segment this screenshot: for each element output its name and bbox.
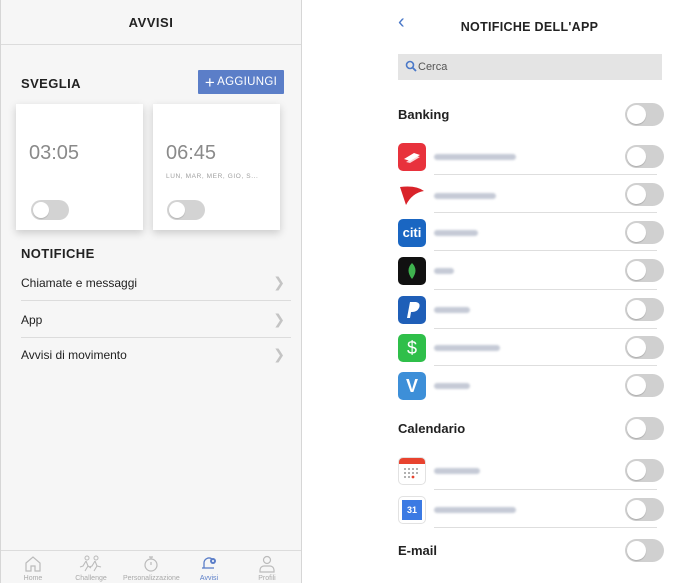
calendar-icon <box>398 457 426 485</box>
tab-alerts[interactable]: Avvisi <box>181 554 237 582</box>
app-toggle[interactable] <box>625 259 664 282</box>
alarm-card-1[interactable]: 03:05 <box>16 104 143 230</box>
citi-icon: citi <box>398 219 426 247</box>
page-title: NOTIFICHE DELL'APP <box>460 20 599 34</box>
page-title: AVVISI <box>1 0 301 44</box>
app-toggle[interactable] <box>625 459 664 482</box>
tab-label: Avvisi <box>199 575 219 582</box>
alarm-toggle[interactable] <box>167 200 205 220</box>
app-name-redacted <box>434 507 516 513</box>
alarm-toggle[interactable] <box>31 200 69 220</box>
app-toggle[interactable] <box>625 145 664 168</box>
divider <box>434 489 657 490</box>
alerts-screen: AVVISI SVEGLIA + AGGIUNGI 03:05 06:45 LU… <box>0 0 302 583</box>
person-icon <box>259 555 275 573</box>
section-title-banking: Banking <box>398 107 450 122</box>
app-name-redacted <box>434 268 454 274</box>
alarm-days: LUN, MAR, MER, GIO, S... <box>166 173 259 180</box>
divider <box>434 250 657 251</box>
section-toggle-calendar[interactable] <box>625 417 664 440</box>
search-icon <box>405 60 417 72</box>
tab-label: Personalizzazione <box>123 575 180 582</box>
app-name-redacted <box>434 307 470 313</box>
menu-item-movement-alerts[interactable]: Avvisi di movimento ❯ <box>1 337 301 373</box>
menu-item-calls-messages[interactable]: Chiamate e messaggi ❯ <box>1 265 301 301</box>
app-toggle[interactable] <box>625 498 664 521</box>
app-name-redacted <box>434 154 516 160</box>
app-name-redacted <box>434 383 470 389</box>
mint-icon <box>398 257 426 285</box>
google-calendar-icon: 31 <box>398 496 426 524</box>
app-toggle[interactable] <box>625 336 664 359</box>
app-name-redacted <box>434 193 496 199</box>
app-toggle[interactable] <box>625 298 664 321</box>
plus-icon: + <box>204 72 216 92</box>
tab-label: Profili <box>258 575 276 582</box>
app-toggle[interactable] <box>625 183 664 206</box>
divider <box>434 289 657 290</box>
app-notifications-screen: ‹ NOTIFICHE DELL'APP Cerca Banking citi <box>386 0 673 583</box>
section-title-calendar: Calendario <box>398 421 466 436</box>
tab-label: Challenge <box>75 575 107 582</box>
header-divider <box>1 44 301 45</box>
search-placeholder: Cerca <box>418 61 448 73</box>
tab-profiles[interactable]: Profili <box>239 554 295 582</box>
app-name-redacted <box>434 468 480 474</box>
bank-of-america-icon <box>398 143 426 171</box>
menu-item-app[interactable]: App ❯ <box>1 302 301 338</box>
tab-bar: Home Challenge Personalizzazione Avvisi … <box>1 550 301 583</box>
divider <box>434 174 657 175</box>
app-name-redacted <box>434 345 500 351</box>
runners-icon <box>79 555 102 572</box>
alarm-section-title: SVEGLIA <box>21 76 81 91</box>
app-name-redacted <box>434 230 478 236</box>
chevron-right-icon: ❯ <box>273 346 285 362</box>
tab-personalization[interactable]: Personalizzazione <box>123 554 180 582</box>
alarm-card-2[interactable]: 06:45 LUN, MAR, MER, GIO, S... <box>153 104 280 230</box>
paypal-icon <box>398 296 426 324</box>
add-alarm-label: AGGIUNGI <box>217 76 278 88</box>
app-toggle[interactable] <box>625 221 664 244</box>
section-title-email: E-mail <box>398 543 438 558</box>
alarm-section-header: SVEGLIA + AGGIUNGI <box>1 68 301 98</box>
divider <box>21 300 291 301</box>
cash-app-icon: $ <box>398 334 426 362</box>
bell-gear-icon <box>202 557 216 569</box>
tab-home[interactable]: Home <box>5 554 61 582</box>
header: ‹ NOTIFICHE DELL'APP <box>386 0 673 58</box>
alarm-time: 03:05 <box>29 142 80 164</box>
menu-item-label: App <box>21 313 43 327</box>
divider <box>434 328 657 329</box>
menu-item-label: Chiamate e messaggi <box>21 276 138 290</box>
tab-label: Home <box>23 575 43 582</box>
search-input[interactable]: Cerca <box>398 54 662 80</box>
menu-item-label: Avvisi di movimento <box>21 348 127 362</box>
home-icon <box>25 556 41 572</box>
stopwatch-icon <box>144 556 158 572</box>
divider <box>434 365 657 366</box>
chevron-right-icon: ❯ <box>273 311 285 327</box>
venmo-icon: V <box>398 372 426 400</box>
chevron-right-icon: ❯ <box>273 274 285 290</box>
divider <box>434 212 657 213</box>
section-toggle-email[interactable] <box>625 539 664 562</box>
divider <box>434 527 657 528</box>
alarm-time: 06:45 <box>166 142 217 164</box>
capital-one-icon <box>398 181 426 209</box>
tab-challenge[interactable]: Challenge <box>63 554 119 582</box>
add-alarm-button[interactable]: + AGGIUNGI <box>198 70 284 94</box>
app-toggle[interactable] <box>625 374 664 397</box>
section-toggle-banking[interactable] <box>625 103 664 126</box>
notifications-section-title: NOTIFICHE <box>21 246 95 261</box>
